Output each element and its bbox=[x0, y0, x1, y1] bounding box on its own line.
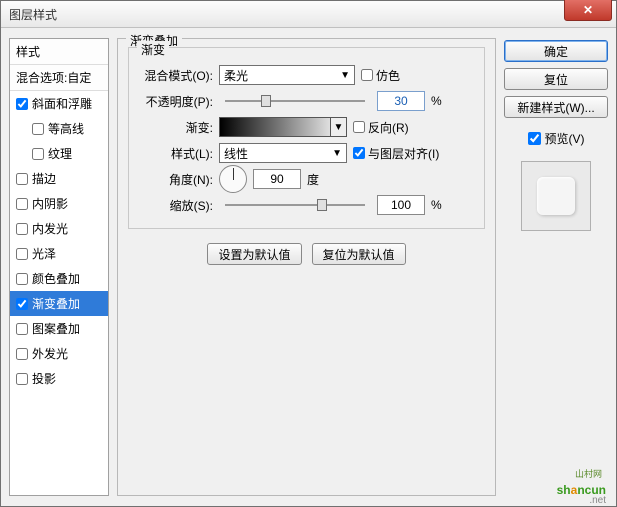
cancel-button[interactable]: 复位 bbox=[504, 68, 608, 90]
styles-list: 样式 混合选项:自定 斜面和浮雕等高线纹理描边内阴影内发光光泽颜色叠加渐变叠加图… bbox=[9, 38, 109, 496]
blend-mode-combo[interactable]: 柔光 ▼ bbox=[219, 65, 355, 85]
align-input[interactable] bbox=[353, 147, 365, 159]
close-icon: ✕ bbox=[583, 3, 593, 17]
dither-checkbox[interactable]: 仿色 bbox=[361, 67, 400, 84]
style-item-label: 渐变叠加 bbox=[32, 295, 80, 312]
align-checkbox[interactable]: 与图层对齐(I) bbox=[353, 145, 439, 162]
style-item-11[interactable]: 投影 bbox=[10, 366, 108, 391]
watermark-net: .net bbox=[589, 495, 606, 506]
style-item-label: 内发光 bbox=[32, 220, 68, 237]
style-item-label: 颜色叠加 bbox=[32, 270, 80, 287]
style-item-4[interactable]: 内阴影 bbox=[10, 191, 108, 216]
style-checkbox[interactable] bbox=[16, 298, 28, 310]
style-checkbox[interactable] bbox=[16, 98, 28, 110]
style-combo[interactable]: 线性 ▼ bbox=[219, 143, 347, 163]
styles-header[interactable]: 样式 bbox=[10, 39, 108, 65]
reset-default-button[interactable]: 复位为默认值 bbox=[312, 243, 406, 265]
style-item-label: 光泽 bbox=[32, 245, 56, 262]
opacity-label: 不透明度(P): bbox=[139, 93, 213, 110]
style-value: 线性 bbox=[224, 145, 248, 162]
style-item-label: 描边 bbox=[32, 170, 56, 187]
reverse-checkbox[interactable]: 反向(R) bbox=[353, 119, 409, 136]
style-checkbox[interactable] bbox=[32, 148, 44, 160]
group-title: 渐变 bbox=[137, 41, 169, 58]
style-checkbox[interactable] bbox=[32, 123, 44, 135]
close-button[interactable]: ✕ bbox=[564, 0, 612, 21]
gradient-label: 渐变: bbox=[139, 119, 213, 136]
style-item-8[interactable]: 渐变叠加 bbox=[10, 291, 108, 316]
scale-thumb[interactable] bbox=[317, 199, 327, 211]
window-title: 图层样式 bbox=[9, 6, 57, 23]
style-checkbox[interactable] bbox=[16, 198, 28, 210]
scale-unit: % bbox=[431, 198, 447, 212]
make-default-button[interactable]: 设置为默认值 bbox=[207, 243, 301, 265]
gradient-overlay-panel: 渐变叠加 渐变 混合模式(O): 柔光 ▼ 仿色 不透明度(P): bbox=[117, 38, 496, 496]
scale-label: 缩放(S): bbox=[139, 197, 213, 214]
reverse-input[interactable] bbox=[353, 121, 365, 133]
opacity-value[interactable]: 30 bbox=[377, 91, 425, 111]
style-checkbox[interactable] bbox=[16, 273, 28, 285]
reverse-label: 反向(R) bbox=[368, 119, 409, 136]
style-checkbox[interactable] bbox=[16, 348, 28, 360]
client-area: 样式 混合选项:自定 斜面和浮雕等高线纹理描边内阴影内发光光泽颜色叠加渐变叠加图… bbox=[1, 28, 616, 506]
chevron-down-icon: ▼ bbox=[332, 148, 342, 159]
style-item-label: 外发光 bbox=[32, 345, 68, 362]
scale-value[interactable]: 100 bbox=[377, 195, 425, 215]
blending-options[interactable]: 混合选项:自定 bbox=[10, 65, 108, 91]
angle-unit: 度 bbox=[307, 171, 319, 188]
preview-input[interactable] bbox=[528, 132, 541, 145]
style-item-label: 内阴影 bbox=[32, 195, 68, 212]
style-item-1[interactable]: 等高线 bbox=[10, 116, 108, 141]
style-item-label: 纹理 bbox=[48, 145, 72, 162]
style-item-10[interactable]: 外发光 bbox=[10, 341, 108, 366]
style-item-label: 等高线 bbox=[48, 120, 84, 137]
titlebar: 图层样式 ✕ bbox=[1, 1, 616, 28]
new-style-button[interactable]: 新建样式(W)... bbox=[504, 96, 608, 118]
style-label: 样式(L): bbox=[139, 145, 213, 162]
opacity-slider[interactable] bbox=[225, 100, 365, 102]
style-item-3[interactable]: 描边 bbox=[10, 166, 108, 191]
style-checkbox[interactable] bbox=[16, 248, 28, 260]
style-item-0[interactable]: 斜面和浮雕 bbox=[10, 91, 108, 116]
preview-swatch bbox=[537, 177, 575, 215]
style-checkbox[interactable] bbox=[16, 223, 28, 235]
layer-style-dialog: 图层样式 ✕ 样式 混合选项:自定 斜面和浮雕等高线纹理描边内阴影内发光光泽颜色… bbox=[0, 0, 617, 507]
style-checkbox[interactable] bbox=[16, 173, 28, 185]
preview-box bbox=[521, 161, 591, 231]
preview-checkbox[interactable]: 预览(V) bbox=[504, 130, 608, 147]
style-item-label: 投影 bbox=[32, 370, 56, 387]
style-item-6[interactable]: 光泽 bbox=[10, 241, 108, 266]
align-label: 与图层对齐(I) bbox=[368, 145, 439, 162]
angle-label: 角度(N): bbox=[139, 171, 213, 188]
preview-label: 预览(V) bbox=[545, 130, 585, 147]
opacity-thumb[interactable] bbox=[261, 95, 271, 107]
style-checkbox[interactable] bbox=[16, 323, 28, 335]
blend-mode-value: 柔光 bbox=[224, 67, 248, 84]
dither-input[interactable] bbox=[361, 69, 373, 81]
style-item-label: 斜面和浮雕 bbox=[32, 95, 92, 112]
style-item-5[interactable]: 内发光 bbox=[10, 216, 108, 241]
style-item-9[interactable]: 图案叠加 bbox=[10, 316, 108, 341]
blend-mode-label: 混合模式(O): bbox=[139, 67, 213, 84]
style-item-2[interactable]: 纹理 bbox=[10, 141, 108, 166]
gradient-picker[interactable]: ▼ bbox=[219, 117, 347, 137]
angle-dial[interactable] bbox=[219, 165, 247, 193]
opacity-unit: % bbox=[431, 94, 447, 108]
gradient-group: 渐变 混合模式(O): 柔光 ▼ 仿色 不透明度(P): bbox=[128, 47, 485, 229]
dither-label: 仿色 bbox=[376, 67, 400, 84]
chevron-down-icon[interactable]: ▼ bbox=[330, 118, 346, 136]
ok-button[interactable]: 确定 bbox=[504, 40, 608, 62]
style-item-7[interactable]: 颜色叠加 bbox=[10, 266, 108, 291]
chevron-down-icon: ▼ bbox=[340, 70, 350, 81]
angle-value[interactable]: 90 bbox=[253, 169, 301, 189]
style-checkbox[interactable] bbox=[16, 373, 28, 385]
scale-slider[interactable] bbox=[225, 204, 365, 206]
right-buttons: 确定 复位 新建样式(W)... 预览(V) bbox=[504, 38, 608, 496]
style-item-label: 图案叠加 bbox=[32, 320, 80, 337]
